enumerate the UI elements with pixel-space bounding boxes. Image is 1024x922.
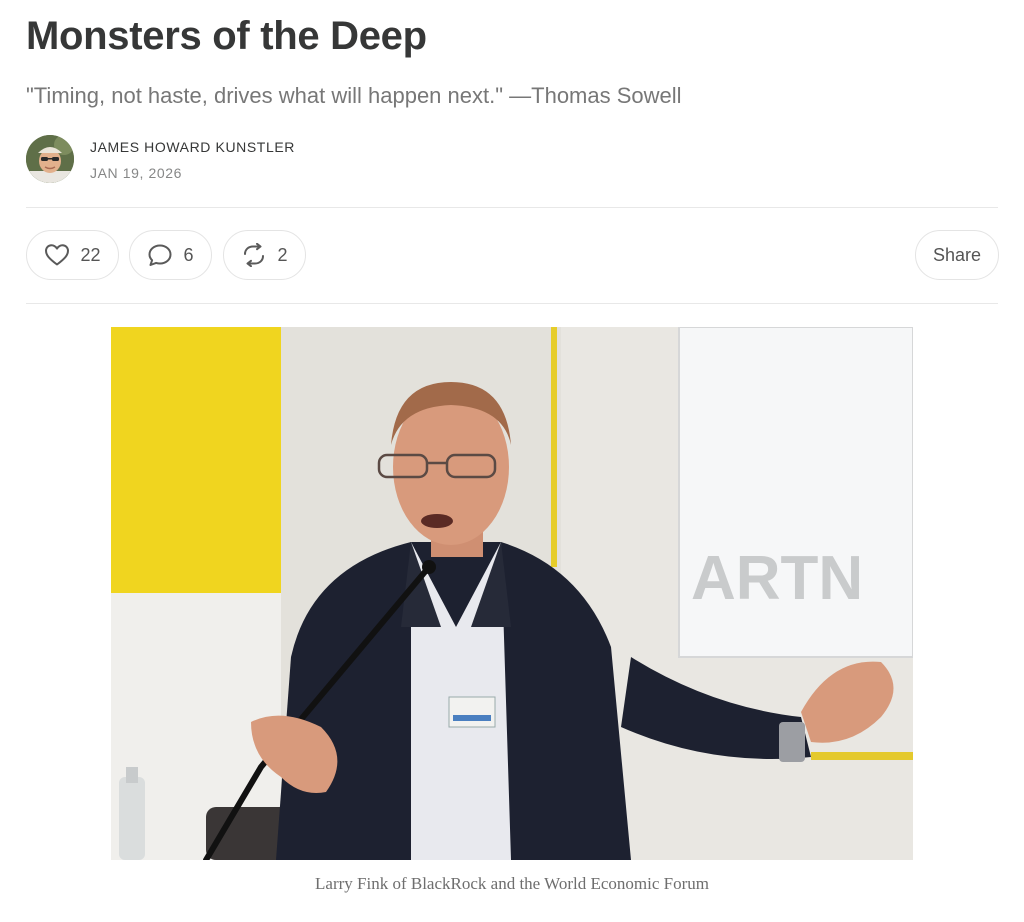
share-button[interactable]: Share: [915, 230, 999, 280]
author-avatar[interactable]: [26, 135, 74, 183]
post-title: Monsters of the Deep: [26, 14, 427, 58]
share-label: Share: [932, 244, 982, 265]
restack-button[interactable]: 2: [223, 230, 306, 280]
post-hero-image[interactable]: ARTN: [111, 327, 913, 860]
comment-count: 6: [183, 244, 194, 265]
divider-bottom: [26, 303, 998, 304]
image-caption: Larry Fink of BlackRock and the World Ec…: [315, 874, 709, 893]
comment-icon: [147, 243, 173, 267]
restack-icon: [241, 243, 267, 267]
divider-top: [26, 207, 998, 208]
like-count: 22: [80, 244, 101, 265]
screen-sign-text: ARTN: [691, 544, 863, 613]
restack-count: 2: [277, 244, 288, 265]
author-name[interactable]: JAMES HOWARD KUNSTLER: [90, 139, 295, 155]
post-subtitle: "Timing, not haste, drives what will hap…: [26, 83, 682, 108]
comment-button[interactable]: 6: [129, 230, 212, 280]
heart-icon: [44, 243, 70, 267]
post-date: JAN 19, 2026: [90, 165, 183, 181]
like-button[interactable]: 22: [26, 230, 119, 280]
